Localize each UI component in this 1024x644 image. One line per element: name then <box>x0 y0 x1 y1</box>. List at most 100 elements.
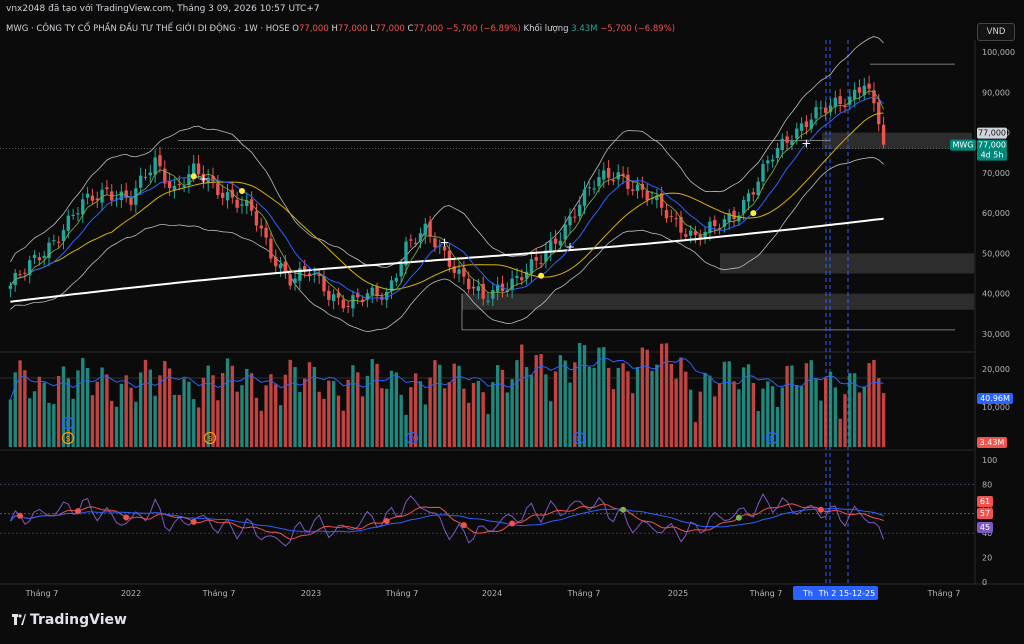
volume-bar <box>28 398 32 447</box>
candle-body <box>737 215 741 222</box>
rsi-badge-1: 61 <box>980 497 990 506</box>
candle-body <box>346 305 350 307</box>
candle-body <box>611 180 616 182</box>
volume-bar <box>867 363 871 447</box>
volume-bar <box>452 363 456 447</box>
volume-bar <box>134 401 138 447</box>
candle-body <box>105 187 109 190</box>
candle-body <box>192 163 196 175</box>
event-marker-label: D <box>576 435 581 443</box>
rsi-cross-dot <box>735 514 742 521</box>
volume-bar <box>76 370 80 447</box>
volume-bar <box>698 391 702 447</box>
volume-bar <box>722 361 727 447</box>
candle-body <box>843 105 847 108</box>
volume-bar <box>105 374 109 447</box>
candle-body <box>756 181 760 196</box>
candle-body <box>240 204 244 206</box>
candle-body <box>409 239 413 241</box>
volume-bar <box>240 385 244 447</box>
candle-body <box>76 213 80 215</box>
volume-bar <box>751 382 756 447</box>
volume-bar <box>317 391 321 447</box>
volume-bar <box>380 388 384 447</box>
volume-bar <box>486 414 490 447</box>
candle-body <box>418 233 423 242</box>
volume-bar <box>360 396 365 447</box>
volume-bar <box>389 370 394 447</box>
candle-body <box>274 256 278 267</box>
volume-bar <box>635 366 640 447</box>
event-marker-label: S <box>208 435 213 443</box>
rsi-axis-tick: 0 <box>982 578 987 587</box>
volume-bar <box>515 360 519 447</box>
volume-bar <box>756 411 760 447</box>
rsi-slow-line <box>10 507 884 533</box>
volume-bar <box>544 374 548 447</box>
volume-bar <box>577 342 582 447</box>
candle-body <box>824 107 828 113</box>
candle-body <box>491 290 495 299</box>
countdown-badge: 4d 5h <box>981 151 1004 160</box>
rsi-axis-tick: 100 <box>982 456 997 465</box>
candle-body <box>814 107 818 119</box>
volume-bar <box>877 378 881 447</box>
volume-bar <box>732 381 736 447</box>
volume-bar <box>602 347 606 447</box>
volume-ma-badge: 40.96M <box>980 394 1010 403</box>
candle-body <box>515 276 519 278</box>
time-axis-tick: Tháng 7 <box>202 589 236 598</box>
signal-cross: + <box>198 172 208 186</box>
volume-bar <box>216 400 220 447</box>
volume-bar <box>717 383 722 447</box>
volume-bar <box>819 400 823 447</box>
volume-bar <box>341 410 345 447</box>
volume-bar <box>848 373 852 447</box>
volume-bar <box>138 372 143 447</box>
candle-body <box>90 195 95 201</box>
candle-body <box>553 238 558 244</box>
volume-bar <box>505 392 509 447</box>
candle-body <box>341 299 345 309</box>
candle-body <box>780 138 784 151</box>
candle-body <box>833 97 838 107</box>
volume-bar <box>95 381 99 447</box>
candle-body <box>8 285 13 289</box>
volume-bar <box>375 363 379 447</box>
volume-bar <box>862 386 866 447</box>
candle-body <box>119 191 124 201</box>
signal-dot <box>190 173 197 180</box>
event-marker-label: D <box>409 435 414 443</box>
volume-bar <box>795 384 799 447</box>
candle-body <box>467 278 471 290</box>
volume-bar <box>833 387 838 447</box>
candle-body <box>631 189 635 191</box>
price-chart[interactable]: 100,00090,00080,00070,00060,00050,00040,… <box>0 0 1024 603</box>
volume-bar <box>259 410 263 447</box>
candle-body <box>852 89 857 100</box>
candle-body <box>153 157 157 175</box>
price-axis-tick: 40,000 <box>982 290 1010 299</box>
volume-bar <box>298 392 302 447</box>
candle-body <box>143 176 148 178</box>
volume-bar <box>587 366 592 447</box>
volume-bar <box>399 394 403 447</box>
volume-bar <box>529 374 534 447</box>
price-axis-tick: 30,000 <box>982 330 1010 339</box>
volume-bar <box>327 380 331 447</box>
volume-bar <box>322 398 326 447</box>
volume-bar <box>563 360 567 447</box>
candle-body <box>732 210 736 220</box>
volume-bar <box>872 359 876 447</box>
tradingview-logo[interactable]: TradingView <box>12 612 127 628</box>
candle-body <box>795 128 799 139</box>
volume-axis-tick: 10,000 <box>982 403 1010 412</box>
candle-body <box>37 257 42 261</box>
volume-bar <box>404 414 408 447</box>
volume-bar <box>196 407 201 447</box>
symbol-badge: MWG <box>952 141 973 150</box>
volume-bar <box>824 377 828 447</box>
candle-body <box>799 123 804 131</box>
volume-bar <box>664 343 669 447</box>
volume-bar <box>42 382 46 447</box>
